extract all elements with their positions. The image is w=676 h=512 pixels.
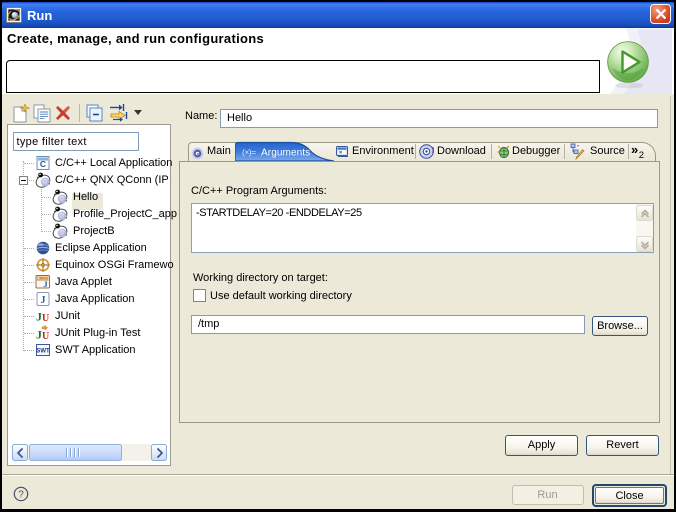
svg-text:Arguments: Arguments (261, 148, 310, 159)
svg-text:U: U (42, 331, 49, 341)
svg-text:SWT: SWT (36, 349, 50, 355)
svg-text:(×)=: (×)= (242, 147, 256, 157)
svg-text:C: C (39, 159, 45, 169)
svg-text:×: × (339, 150, 342, 156)
svg-text:J: J (40, 295, 45, 306)
svg-text:U: U (42, 313, 49, 324)
svg-text:?: ? (18, 490, 24, 501)
